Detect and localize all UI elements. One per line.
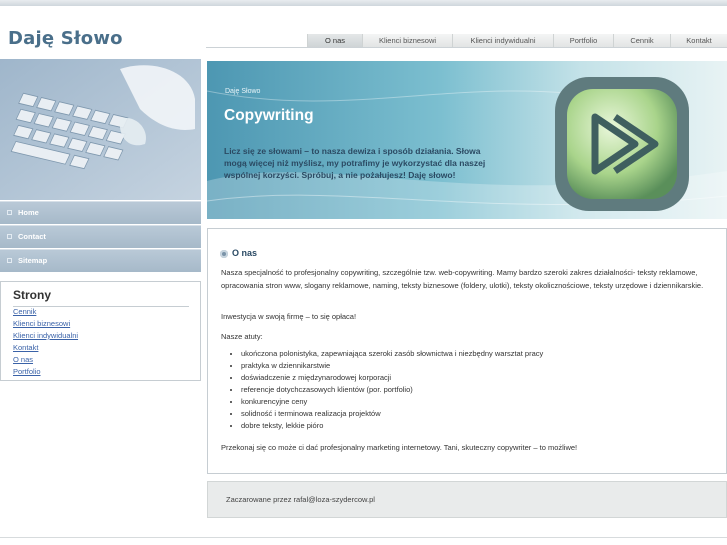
advantages-list: ukończona polonistyka, zapewniająca szer… [221,348,543,432]
hero-banner: Daję Słowo Copywriting Licz się ze słowa… [207,61,727,219]
tab-underline [206,47,727,48]
tab-cennik[interactable]: Cennik [613,34,670,47]
list-item: dobre teksty, lekkie pióro [241,420,543,432]
list-item: doświadczenie z międzynarodowej korporac… [241,372,543,384]
nav-label: Contact [18,232,46,241]
site-logo[interactable]: Daję Słowo [8,28,123,49]
nav-bullet-icon [7,210,12,215]
section-bullet-icon [220,250,228,258]
tab-klienci-indywidualni[interactable]: Klienci indywidualni [452,34,553,47]
page-link-klienci-indywidualni[interactable]: Klienci indywidualni [13,331,78,340]
footer-credit: Zaczarowane przez rafal@loza-szydercow.p… [226,495,375,504]
nav-label: Sitemap [18,256,48,265]
section-heading: O nas [232,248,258,258]
divider [13,306,189,307]
page-link-o-nas[interactable]: O nas [13,355,33,364]
tab-kontakt[interactable]: Kontakt [670,34,727,47]
footer: Zaczarowane przez rafal@loza-szydercow.p… [207,481,727,518]
tab-o-nas[interactable]: O nas [307,34,362,47]
list-item: praktyka w dziennikarstwie [241,360,543,372]
page-link-klienci-biznesowi[interactable]: Klienci biznesowi [13,319,70,328]
list-item: konkurencyjne ceny [241,396,543,408]
pages-box-title: Strony [13,288,52,302]
list-item: solidność i terminowa realizacja projekt… [241,408,543,420]
nav-bullet-icon [7,258,12,263]
keyboard-photo [0,59,201,200]
page-link-kontakt[interactable]: Kontakt [13,343,38,352]
investment-paragraph: Inwestycja w swoją firmę – to się opłaca… [221,312,357,321]
page-link-cennik[interactable]: Cennik [13,307,36,316]
intro-paragraph: Nasza specjalność to profesjonalny copyw… [221,268,704,290]
sidebar-nav-sitemap[interactable]: Sitemap [0,249,201,272]
nav-label: Home [18,208,39,217]
banner-title: Copywriting [224,107,314,124]
pages-box: Strony Cennik Klienci biznesowi Klienci … [0,281,201,381]
top-stripe [0,0,727,6]
top-nav-tabs: O nas Klienci biznesowi Klienci indywidu… [307,34,727,47]
banner-slogan: Licz się ze słowami – to nasza dewiza i … [224,146,486,180]
main-content: O nas Nasza specjalność to profesjonalny… [207,228,727,474]
bottom-divider [0,537,727,538]
tab-portfolio[interactable]: Portfolio [553,34,613,47]
sidebar-nav-contact[interactable]: Contact [0,225,201,248]
nav-bullet-icon [7,234,12,239]
list-item: ukończona polonistyka, zapewniająca szer… [241,348,543,360]
tab-klienci-biznesowi[interactable]: Klienci biznesowi [362,34,452,47]
sidebar-nav-home[interactable]: Home [0,201,201,224]
closing-paragraph: Przekonaj się co może ci dać profesjonal… [221,443,578,452]
banner-kicker: Daję Słowo [225,88,261,95]
page-link-portfolio[interactable]: Portfolio [13,367,41,376]
advantages-label: Nasze atuty: [221,332,263,341]
logo-emblem-icon [555,77,689,211]
list-item: referencje dotychczasowych klientów (por… [241,384,543,396]
